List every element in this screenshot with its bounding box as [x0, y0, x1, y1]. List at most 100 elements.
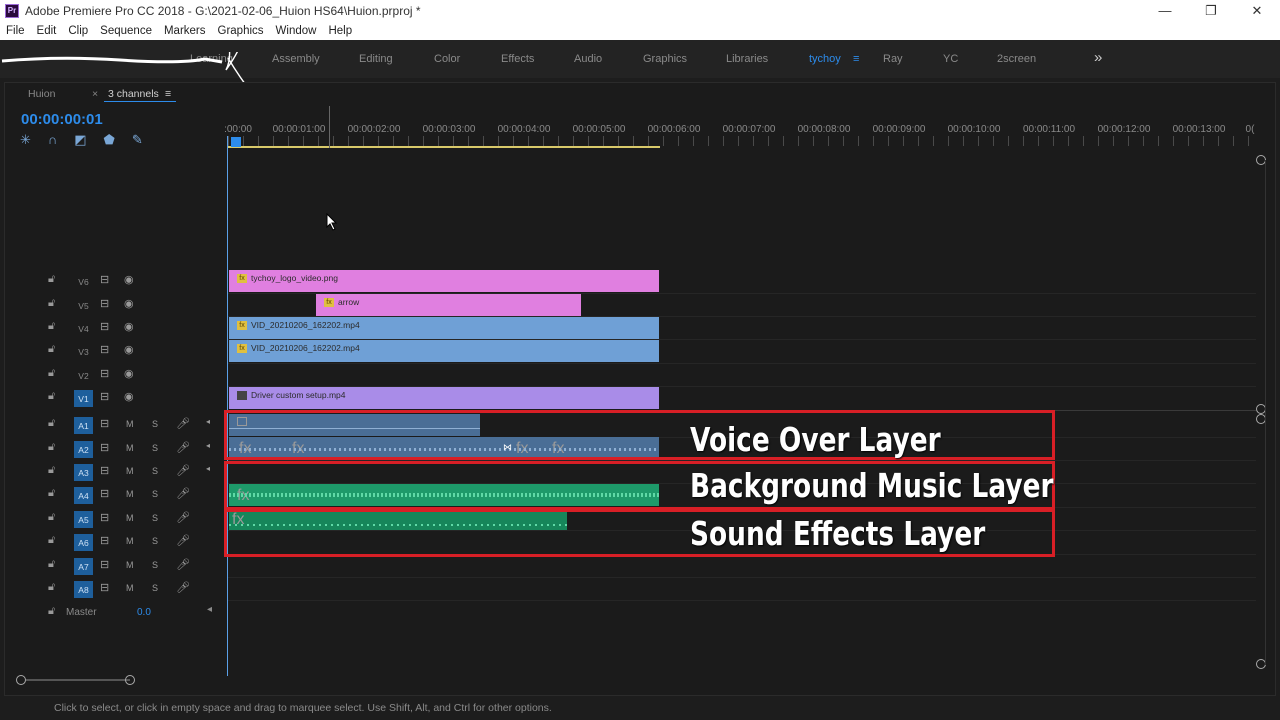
mute-button[interactable]: M [126, 489, 134, 499]
solo-button[interactable]: S [152, 536, 158, 546]
work-area-bar[interactable] [228, 146, 660, 148]
solo-button[interactable]: S [152, 560, 158, 570]
microphone-icon[interactable]: 🎤︎ [176, 534, 190, 547]
track-target-a1[interactable]: A1 [74, 417, 93, 434]
sync-lock-icon[interactable]: ⊟ [100, 441, 109, 454]
tab-close-icon[interactable]: × [92, 88, 98, 100]
track-target-a3[interactable]: A3 [74, 464, 93, 481]
vertical-scrollbar-track[interactable] [1265, 160, 1266, 665]
track-target-v3[interactable]: V3 [74, 343, 93, 360]
hscroll-left-handle[interactable] [16, 675, 26, 685]
track-target-v5[interactable]: V5 [74, 297, 93, 314]
track-target-v1[interactable]: V1 [74, 390, 93, 407]
master-arrow-icon[interactable]: ◂ [207, 604, 212, 615]
mute-button[interactable]: M [126, 536, 134, 546]
menu-help[interactable]: Help [328, 25, 352, 37]
workspace-ray[interactable]: Ray [883, 53, 903, 65]
track-target-a2[interactable]: A2 [74, 441, 93, 458]
minimize-button[interactable]: — [1142, 0, 1188, 21]
microphone-icon[interactable]: 🎤︎ [176, 581, 190, 594]
menu-file[interactable]: File [6, 25, 25, 37]
menu-clip[interactable]: Clip [68, 25, 88, 37]
workspace-libraries[interactable]: Libraries [726, 53, 768, 65]
microphone-icon[interactable]: 🎤︎ [176, 464, 190, 477]
mute-button[interactable]: M [126, 466, 134, 476]
master-volume-value[interactable]: 0.0 [137, 607, 151, 618]
sync-lock-icon[interactable]: ⊟ [100, 464, 109, 477]
eye-icon[interactable]: ◉ [124, 367, 134, 380]
sync-lock-icon[interactable]: ⊟ [100, 511, 109, 524]
sync-lock-icon[interactable]: ⊟ [100, 487, 109, 500]
lock-icon[interactable]: 🔓︎ [48, 511, 55, 524]
lock-icon[interactable]: 🔓︎ [48, 297, 55, 310]
tab-menu-icon[interactable]: ≡ [165, 88, 171, 100]
workspace-2screen[interactable]: 2screen [997, 53, 1036, 65]
solo-button[interactable]: S [152, 583, 158, 593]
lock-icon[interactable]: 🔓︎ [48, 581, 55, 594]
lock-icon[interactable]: 🔓︎ [48, 367, 55, 380]
track-target-a7[interactable]: A7 [74, 558, 93, 575]
menu-graphics[interactable]: Graphics [218, 25, 264, 37]
microphone-icon[interactable]: 🎤︎ [176, 511, 190, 524]
sync-lock-icon[interactable]: ⊟ [100, 390, 109, 403]
microphone-icon[interactable]: 🎤︎ [176, 417, 190, 430]
hscroll-right-handle[interactable] [125, 675, 135, 685]
sync-lock-icon[interactable]: ⊟ [100, 581, 109, 594]
solo-button[interactable]: S [152, 419, 158, 429]
track-arrow-icon[interactable]: ◂ [206, 417, 210, 426]
lock-icon[interactable]: 🔓︎ [48, 487, 55, 500]
microphone-icon[interactable]: 🎤︎ [176, 558, 190, 571]
clip-v4[interactable]: fx VID_20210206_162202.mp4 [229, 317, 659, 339]
menu-sequence[interactable]: Sequence [100, 25, 152, 37]
linked-selection-icon[interactable]: ◩ [74, 132, 86, 148]
track-target-a5[interactable]: A5 [74, 511, 93, 528]
workspace-yc[interactable]: YC [943, 53, 958, 65]
workspace-assembly[interactable]: Assembly [272, 53, 320, 65]
playhead-line[interactable] [227, 136, 228, 676]
workspace-tychoy[interactable]: tychoy [809, 53, 841, 65]
lock-icon[interactable]: 🔓︎ [48, 558, 55, 571]
microphone-icon[interactable]: 🎤︎ [176, 487, 190, 500]
sync-lock-icon[interactable]: ⊟ [100, 558, 109, 571]
track-target-v2[interactable]: V2 [74, 367, 93, 384]
hscroll-thumb[interactable] [26, 679, 130, 681]
solo-button[interactable]: S [152, 489, 158, 499]
microphone-icon[interactable]: 🎤︎ [176, 441, 190, 454]
lock-icon[interactable]: 🔓︎ [48, 417, 55, 430]
tab-huion[interactable]: Huion [28, 88, 55, 100]
eye-icon[interactable]: ◉ [124, 390, 134, 403]
mute-button[interactable]: M [126, 513, 134, 523]
time-ruler[interactable]: :00:00 00:00:01:00 00:00:02:00 00:00:03:… [224, 120, 1258, 150]
sync-lock-icon[interactable]: ⊟ [100, 297, 109, 310]
clip-v6[interactable]: fx tychoy_logo_video.png [229, 270, 659, 292]
workspace-color[interactable]: Color [434, 53, 460, 65]
clip-v5[interactable]: fx arrow [316, 294, 581, 316]
sync-lock-icon[interactable]: ⊟ [100, 273, 109, 286]
sync-lock-icon[interactable]: ⊟ [100, 343, 109, 356]
workspace-graphics[interactable]: Graphics [643, 53, 687, 65]
clip-v3[interactable]: fx VID_20210206_162202.mp4 [229, 340, 659, 362]
sync-lock-icon[interactable]: ⊟ [100, 534, 109, 547]
track-target-v4[interactable]: V4 [74, 320, 93, 337]
lock-icon[interactable]: 🔓︎ [48, 273, 55, 286]
menu-window[interactable]: Window [276, 25, 317, 37]
sync-lock-icon[interactable]: ⊟ [100, 367, 109, 380]
snap-magnet-icon[interactable]: ∩ [48, 132, 57, 148]
mute-button[interactable]: M [126, 443, 134, 453]
mute-button[interactable]: M [126, 419, 134, 429]
clip-v1[interactable]: Driver custom setup.mp4 [229, 387, 659, 409]
add-marker-icon[interactable]: ⬟ [104, 132, 115, 148]
playhead-timecode[interactable]: 00:00:00:01 [21, 111, 103, 128]
lock-icon[interactable]: 🔓︎ [48, 390, 55, 403]
workspace-effects[interactable]: Effects [501, 53, 534, 65]
track-arrow-icon[interactable]: ◂ [206, 464, 210, 473]
tab-3-channels[interactable]: 3 channels [108, 88, 159, 100]
mute-button[interactable]: M [126, 560, 134, 570]
solo-button[interactable]: S [152, 513, 158, 523]
close-button[interactable]: ✕ [1234, 0, 1280, 21]
menu-markers[interactable]: Markers [164, 25, 206, 37]
more-workspaces-icon[interactable]: » [1094, 49, 1102, 66]
track-target-a8[interactable]: A8 [74, 581, 93, 598]
sync-lock-icon[interactable]: ⊟ [100, 320, 109, 333]
track-target-a6[interactable]: A6 [74, 534, 93, 551]
